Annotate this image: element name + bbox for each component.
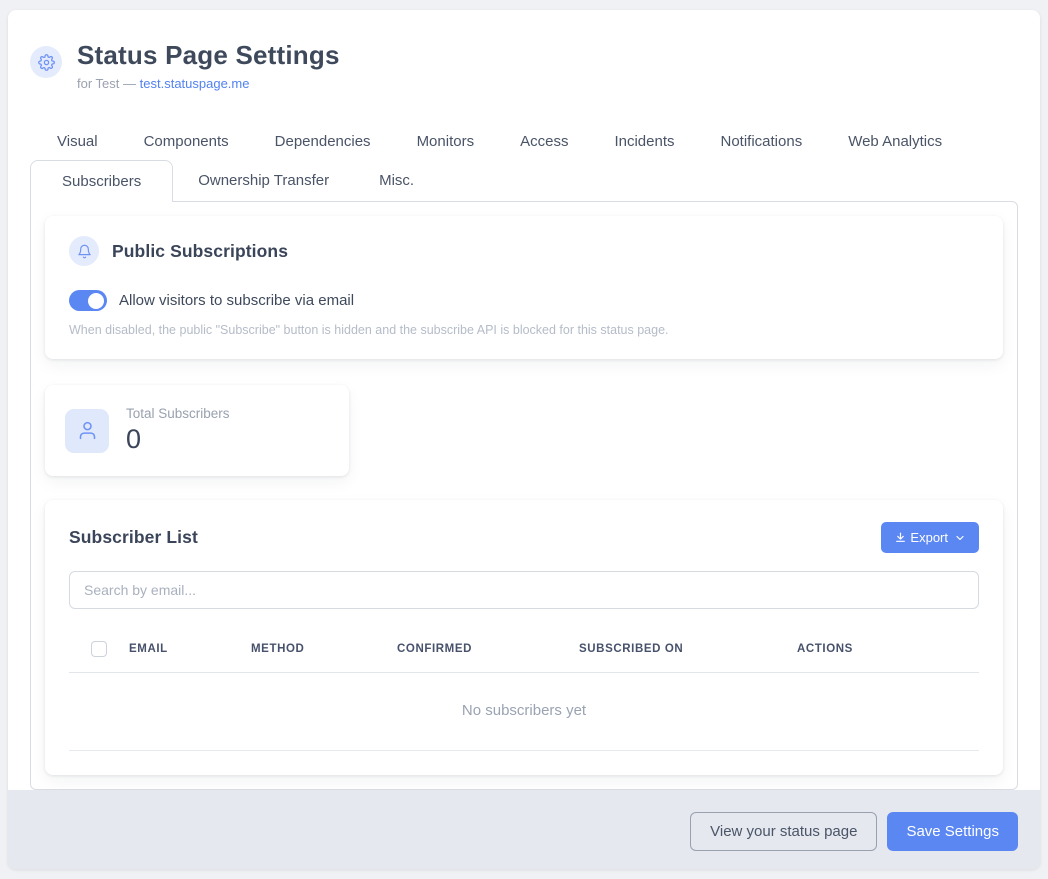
gear-icon — [30, 46, 62, 78]
column-email: EMAIL — [129, 629, 251, 673]
save-settings-button[interactable]: Save Settings — [887, 812, 1018, 851]
subscribe-email-toggle[interactable] — [69, 290, 107, 311]
page-title: Status Page Settings — [77, 40, 340, 71]
chevron-down-icon — [954, 532, 966, 544]
tab-visual[interactable]: Visual — [30, 123, 121, 160]
settings-page-body: Status Page Settings for Test — test.sta… — [8, 10, 1040, 790]
empty-state-message: No subscribers yet — [69, 673, 979, 751]
person-icon — [65, 409, 109, 453]
total-subscribers-value: 0 — [126, 424, 230, 455]
subtitle-prefix: for Test — — [77, 76, 136, 91]
view-status-page-button[interactable]: View your status page — [690, 812, 877, 851]
tab-notifications[interactable]: Notifications — [698, 123, 826, 160]
public-subscriptions-header: Public Subscriptions — [69, 236, 979, 266]
select-all-checkbox[interactable] — [91, 641, 107, 657]
download-icon — [894, 531, 907, 544]
tab-web-analytics[interactable]: Web Analytics — [825, 123, 965, 160]
export-button-label: Export — [910, 530, 948, 545]
status-page-link[interactable]: test.statuspage.me — [140, 76, 250, 91]
tab-row-primary: Visual Components Dependencies Monitors … — [30, 123, 1018, 160]
tab-monitors[interactable]: Monitors — [394, 123, 498, 160]
subscribers-table: EMAIL METHOD CONFIRMED SUBSCRIBED ON ACT… — [69, 629, 979, 751]
empty-state-row: No subscribers yet — [69, 673, 979, 751]
toggle-knob — [88, 293, 104, 309]
total-subscribers-card: Total Subscribers 0 — [45, 385, 349, 476]
page-subtitle: for Test — test.statuspage.me — [77, 76, 340, 91]
tab-dependencies[interactable]: Dependencies — [252, 123, 394, 160]
subscribe-toggle-label: Allow visitors to subscribe via email — [119, 292, 354, 309]
column-method: METHOD — [251, 629, 397, 673]
tab-components[interactable]: Components — [121, 123, 252, 160]
footer-action-bar: View your status page Save Settings — [8, 790, 1040, 869]
column-confirmed: CONFIRMED — [397, 629, 579, 673]
subscriber-list-card: Subscriber List Export — [45, 500, 1003, 775]
column-subscribed-on: SUBSCRIBED ON — [579, 629, 797, 673]
tab-incidents[interactable]: Incidents — [591, 123, 697, 160]
tab-subscribers[interactable]: Subscribers — [30, 160, 173, 202]
subscriber-list-header: Subscriber List Export — [69, 522, 979, 553]
export-button[interactable]: Export — [881, 522, 979, 553]
total-subscribers-text: Total Subscribers 0 — [126, 406, 230, 455]
table-header-row: EMAIL METHOD CONFIRMED SUBSCRIBED ON ACT… — [69, 629, 979, 673]
tab-ownership-transfer[interactable]: Ownership Transfer — [173, 160, 354, 201]
total-subscribers-label: Total Subscribers — [126, 406, 230, 421]
tab-misc[interactable]: Misc. — [354, 160, 439, 201]
public-subscriptions-title: Public Subscriptions — [112, 241, 288, 262]
select-all-cell — [69, 629, 129, 673]
subscribers-tab-panel: Public Subscriptions Allow visitors to s… — [30, 201, 1018, 790]
page-header: Status Page Settings for Test — test.sta… — [30, 40, 1018, 91]
settings-page-card: Status Page Settings for Test — test.sta… — [8, 10, 1040, 869]
subscribe-helper-text: When disabled, the public "Subscribe" bu… — [69, 323, 979, 337]
column-actions: ACTIONS — [797, 629, 979, 673]
tab-access[interactable]: Access — [497, 123, 591, 160]
page-header-text: Status Page Settings for Test — test.sta… — [77, 40, 340, 91]
subscribe-toggle-row: Allow visitors to subscribe via email — [69, 290, 979, 311]
tab-row-secondary: Subscribers Ownership Transfer Misc. — [30, 160, 1018, 201]
public-subscriptions-card: Public Subscriptions Allow visitors to s… — [45, 216, 1003, 359]
bell-icon — [69, 236, 99, 266]
subscriber-list-title: Subscriber List — [69, 527, 198, 548]
search-input[interactable] — [69, 571, 979, 609]
